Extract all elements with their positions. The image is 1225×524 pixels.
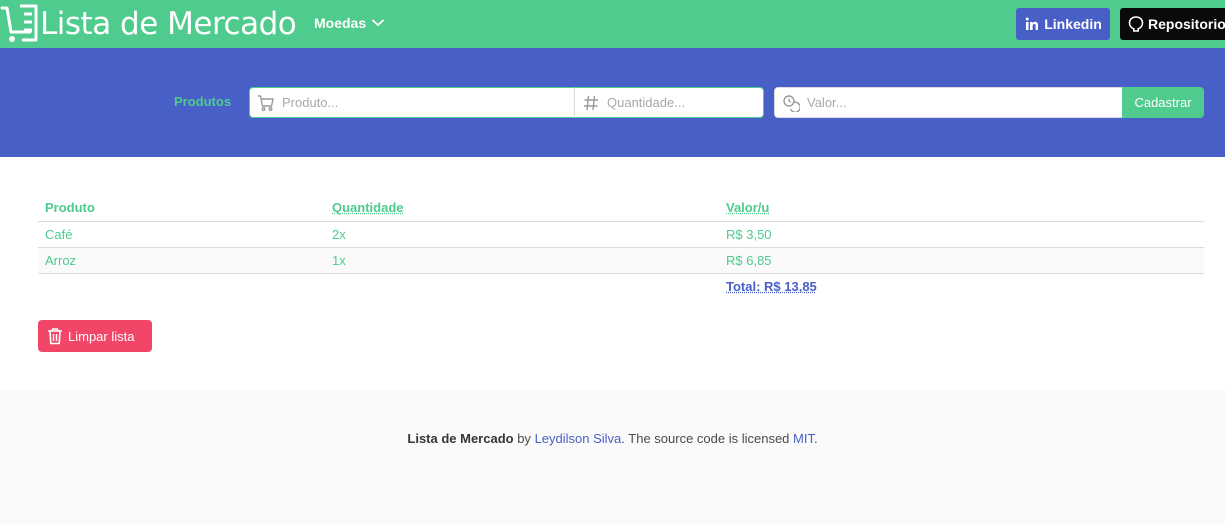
github-icon xyxy=(1128,16,1144,32)
clear-list-label: Limpar lista xyxy=(68,329,134,344)
linkedin-button[interactable]: Linkedin xyxy=(1016,8,1110,40)
linkedin-label: Linkedin xyxy=(1044,16,1102,32)
produto-field[interactable] xyxy=(249,87,575,118)
cell-valor: R$ 6,85 xyxy=(719,247,1204,273)
produto-input[interactable] xyxy=(250,88,574,117)
products-table: Produto Quantidade Valor/u Café 2x R$ 3,… xyxy=(38,195,1204,300)
total-row: Total: R$ 13,85 xyxy=(38,273,1204,300)
trash-icon xyxy=(47,327,63,345)
brand[interactable]: Lista de Mercado xyxy=(0,0,296,48)
cart-icon xyxy=(257,94,275,112)
produtos-label: Produtos xyxy=(174,94,231,109)
author-link[interactable]: Leydilson Silva xyxy=(535,431,622,446)
footer-app-name: Lista de Mercado xyxy=(407,431,513,446)
valor-field[interactable] xyxy=(774,87,1124,118)
chevron-down-icon xyxy=(372,19,384,27)
clear-list-button[interactable]: Limpar lista xyxy=(38,320,152,352)
header-quantidade: Quantidade xyxy=(325,195,719,221)
cell-quantidade: 1x xyxy=(325,247,719,273)
footer: Lista de Mercado by Leydilson Silva. The… xyxy=(0,390,1225,524)
cell-quantidade: 2x xyxy=(325,221,719,247)
cell-produto: Arroz xyxy=(38,247,325,273)
linkedin-icon xyxy=(1024,16,1040,32)
cadastrar-button[interactable]: Cadastrar xyxy=(1122,87,1204,118)
cell-valor: R$ 3,50 xyxy=(719,221,1204,247)
app-title: Lista de Mercado xyxy=(40,9,296,40)
hash-icon xyxy=(582,94,600,112)
quantidade-input[interactable] xyxy=(575,88,763,117)
table-row: Café 2x R$ 3,50 xyxy=(38,221,1204,247)
product-form-section: Produtos Cadastrar xyxy=(0,48,1225,157)
header-produto: Produto xyxy=(38,195,325,221)
header-valor: Valor/u xyxy=(719,195,1204,221)
total-value: Total: R$ 13,85 xyxy=(726,279,817,294)
quantidade-field[interactable] xyxy=(574,87,764,118)
repository-label: Repositorio xyxy=(1148,16,1225,32)
moedas-dropdown[interactable]: Moedas xyxy=(314,15,384,31)
navbar: Lista de Mercado Moedas Linkedin Reposit… xyxy=(0,0,1225,48)
repository-button[interactable]: Repositorio xyxy=(1120,8,1225,40)
header-quantidade-label: Quantidade xyxy=(332,200,404,215)
table-row: Arroz 1x R$ 6,85 xyxy=(38,247,1204,273)
table-header-row: Produto Quantidade Valor/u xyxy=(38,195,1204,221)
coins-icon xyxy=(782,94,800,112)
cell-produto: Café xyxy=(38,221,325,247)
license-link[interactable]: MIT xyxy=(793,431,814,446)
footer-text: Lista de Mercado by Leydilson Silva. The… xyxy=(0,431,1225,446)
cart-list-icon xyxy=(0,2,40,46)
header-valor-label: Valor/u xyxy=(726,200,769,215)
moedas-label: Moedas xyxy=(314,15,366,31)
valor-input[interactable] xyxy=(775,88,1123,117)
